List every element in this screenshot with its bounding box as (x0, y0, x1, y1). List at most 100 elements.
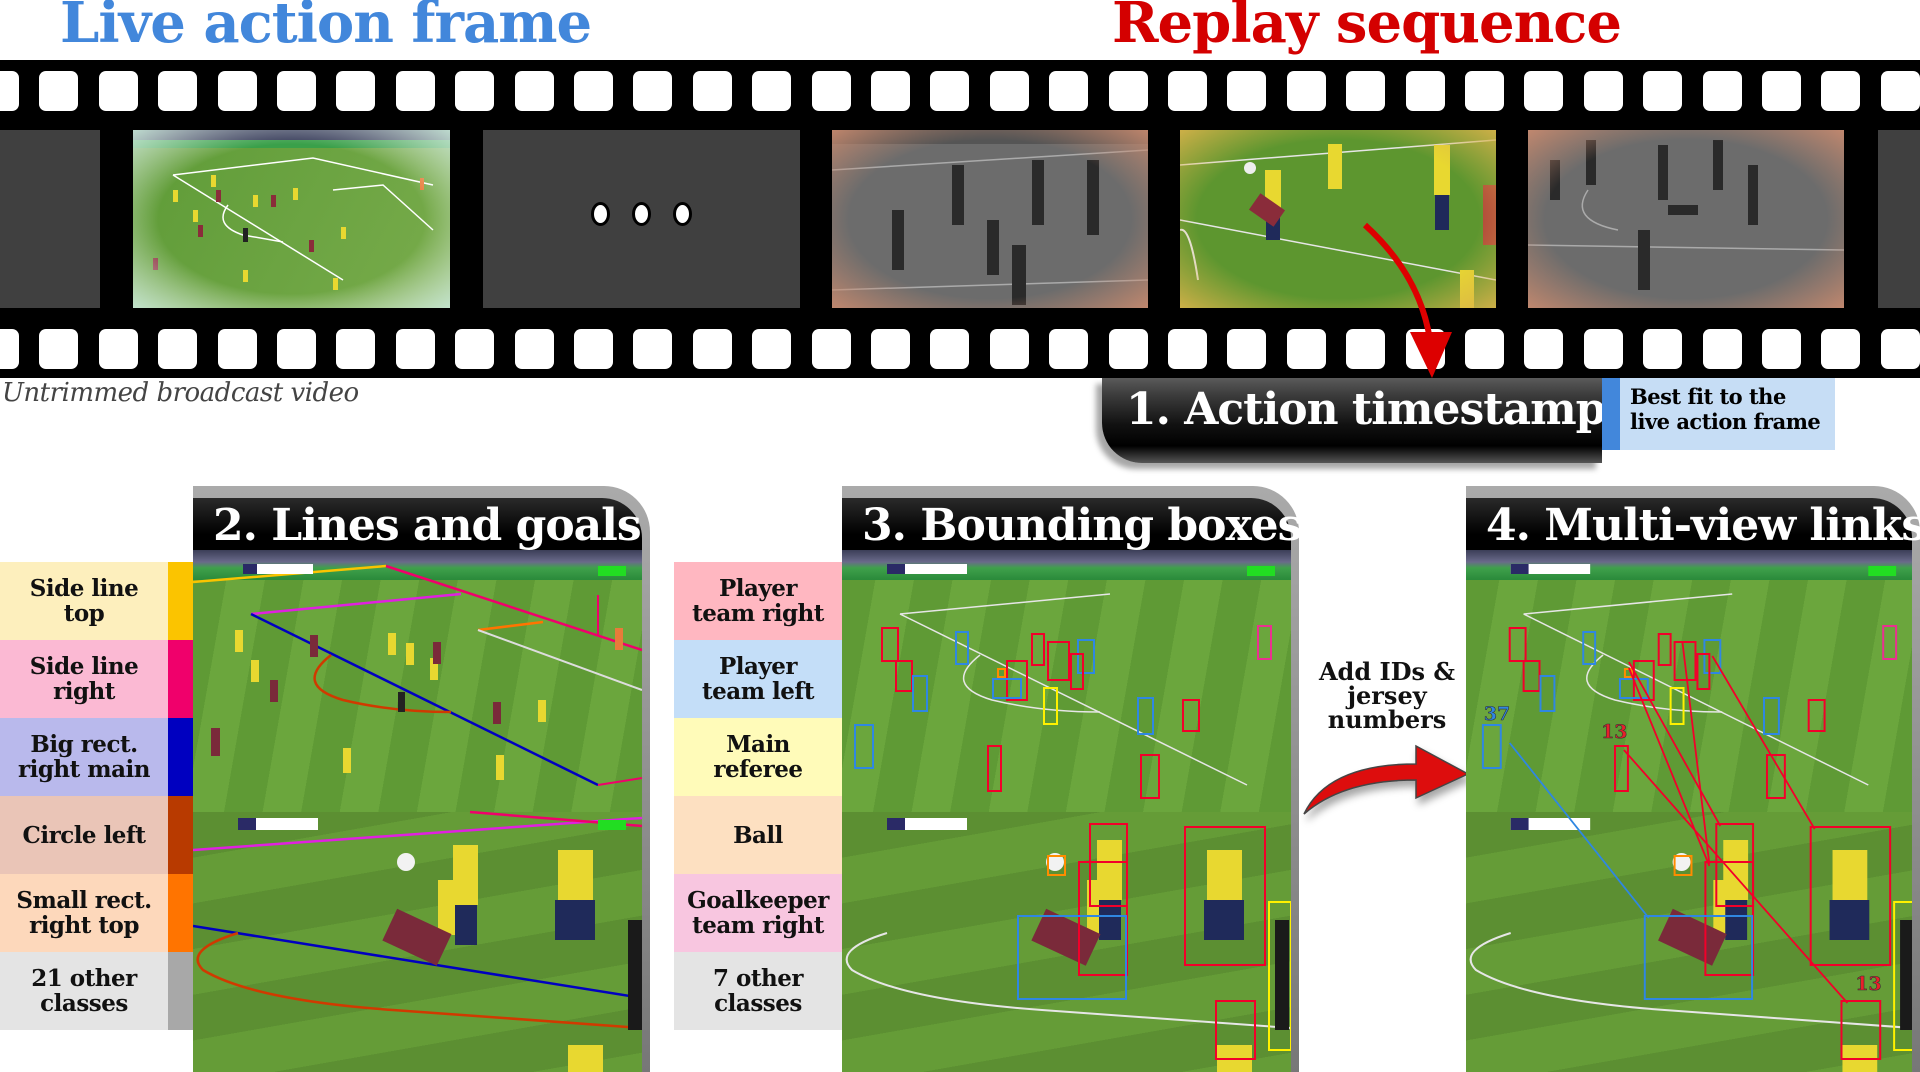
sprocket-hole (930, 71, 970, 111)
boxes-legend: Player team right Player team left Main refer… (674, 562, 867, 1030)
sprocket-hole (1880, 71, 1920, 111)
sprocket-hole (1702, 329, 1742, 369)
link-annotations: 37 13 13 (1469, 564, 1912, 1072)
multi-view-link (1628, 661, 1722, 827)
sprocket-hole (1405, 71, 1445, 111)
bounding-box (1137, 697, 1154, 735)
legend-label: 7 other classes (713, 965, 803, 1017)
panel-header: 3. Bounding boxes (842, 498, 1302, 551)
ellipsis-frame (483, 130, 800, 308)
sprocket-hole (633, 71, 673, 111)
sprocket-hole (1465, 71, 1504, 111)
sprocket-hole (455, 329, 495, 369)
ellipsis-dots (483, 202, 800, 226)
sprocket-hole (871, 329, 910, 369)
sprocket-hole (989, 71, 1029, 111)
sprocket-hole (277, 71, 316, 111)
best-fit-note-text: Best fit to the live action frame (1630, 384, 1821, 434)
sprocket-hole (277, 329, 316, 369)
sprocket-hole (692, 71, 732, 111)
sprocket-hole (1643, 71, 1683, 111)
sprocket-hole (1049, 71, 1089, 111)
legend-color-swatch (168, 952, 193, 1030)
sprocket-hole (98, 71, 138, 111)
legend-label: Player team left (702, 653, 814, 705)
sprocket-hole (217, 71, 257, 111)
sprocket-hole (1524, 71, 1564, 111)
bounding-box (881, 627, 899, 662)
sprocket-hole (1762, 329, 1801, 369)
boxes-annotated-image (842, 550, 1291, 1072)
sprocket-hole (1821, 329, 1861, 369)
sprocket-hole (1168, 71, 1207, 111)
sprocket-hole (1227, 329, 1267, 369)
legend-color-swatch (168, 562, 193, 640)
multi-view-link (1623, 749, 1849, 1004)
legend-label: Player team right (692, 575, 824, 627)
sprocket-hole (1465, 329, 1504, 369)
bounding-box (1481, 724, 1502, 769)
sprocket-hole (871, 71, 910, 111)
sprocket-hole (811, 329, 851, 369)
blank-frame (0, 130, 100, 308)
jersey-number-label: 13 (1601, 721, 1627, 743)
jersey-number-label: 37 (1484, 703, 1510, 725)
sprocket-hole (574, 71, 613, 111)
replay-frame-3 (1528, 130, 1844, 308)
bounding-box (1047, 641, 1070, 681)
bounding-box (1077, 639, 1095, 674)
lines-annotated-image (193, 550, 642, 1072)
sprocket-hole (39, 71, 79, 111)
film-strip (0, 60, 1920, 378)
note-line: Best fit to the (1630, 384, 1786, 409)
legend-item: Player team left (674, 640, 867, 718)
box-annotations (845, 564, 1291, 1072)
legend-item: Main referee (674, 718, 867, 796)
sprocket-hole (1108, 71, 1148, 111)
legend-item: Player team right (674, 562, 867, 640)
sprocket-hole (336, 329, 376, 369)
legend-label: Circle left (22, 821, 146, 849)
ellipsis-dot (632, 202, 651, 226)
panel-header: 4. Multi-view links (1466, 498, 1920, 551)
bounding-box (912, 675, 928, 712)
sprocket-hole (1583, 329, 1623, 369)
live-frame-image (133, 130, 450, 308)
lines-and-goals-panel: 2. Lines and goals (193, 486, 650, 1072)
note-line: live action frame (1630, 409, 1821, 434)
sprocket-hole (1108, 329, 1148, 369)
bounding-box (1657, 633, 1672, 666)
replay-frame-1 (832, 130, 1148, 308)
replay-frame-3-image (1528, 130, 1844, 308)
sprocket-hole (514, 71, 554, 111)
add-ids-label: Add IDs & jersey numbers (1302, 660, 1472, 732)
sprocket-hole (514, 329, 554, 369)
sprocket-hole (930, 329, 970, 369)
bounding-box (1508, 627, 1527, 662)
bounding-box (854, 724, 874, 769)
blank-frame (1878, 130, 1920, 308)
legend-color-swatch (168, 640, 193, 718)
legend-label: Side line top (29, 575, 139, 627)
legend-label: Side line right (29, 653, 139, 705)
action-timestamp-title: 1. Action timestamp (1126, 384, 1606, 435)
bounding-box (1043, 687, 1058, 725)
bounding-box (1006, 660, 1028, 701)
sprocket-hole (692, 329, 732, 369)
bounding-box (1522, 660, 1541, 692)
legend-item: Side line top (0, 562, 193, 640)
bounding-box (1669, 687, 1685, 725)
sprocket-hole (455, 71, 495, 111)
small-rect-right-top (477, 620, 544, 632)
sprocket-hole (1821, 71, 1861, 111)
legend-item: 7 other classes (674, 952, 867, 1030)
live-action-frame-thumbnail (133, 130, 450, 308)
curved-red-arrow-icon (1303, 744, 1470, 815)
bounding-box (1807, 699, 1826, 732)
sprocket-hole (158, 329, 198, 369)
sprocket-hole (752, 71, 792, 111)
sprocket-row-top (0, 71, 1920, 111)
panel-title: 4. Multi-view links (1486, 500, 1920, 551)
replay-sequence-heading: Replay sequence (1112, 0, 1622, 56)
ellipsis-dot (591, 202, 610, 226)
